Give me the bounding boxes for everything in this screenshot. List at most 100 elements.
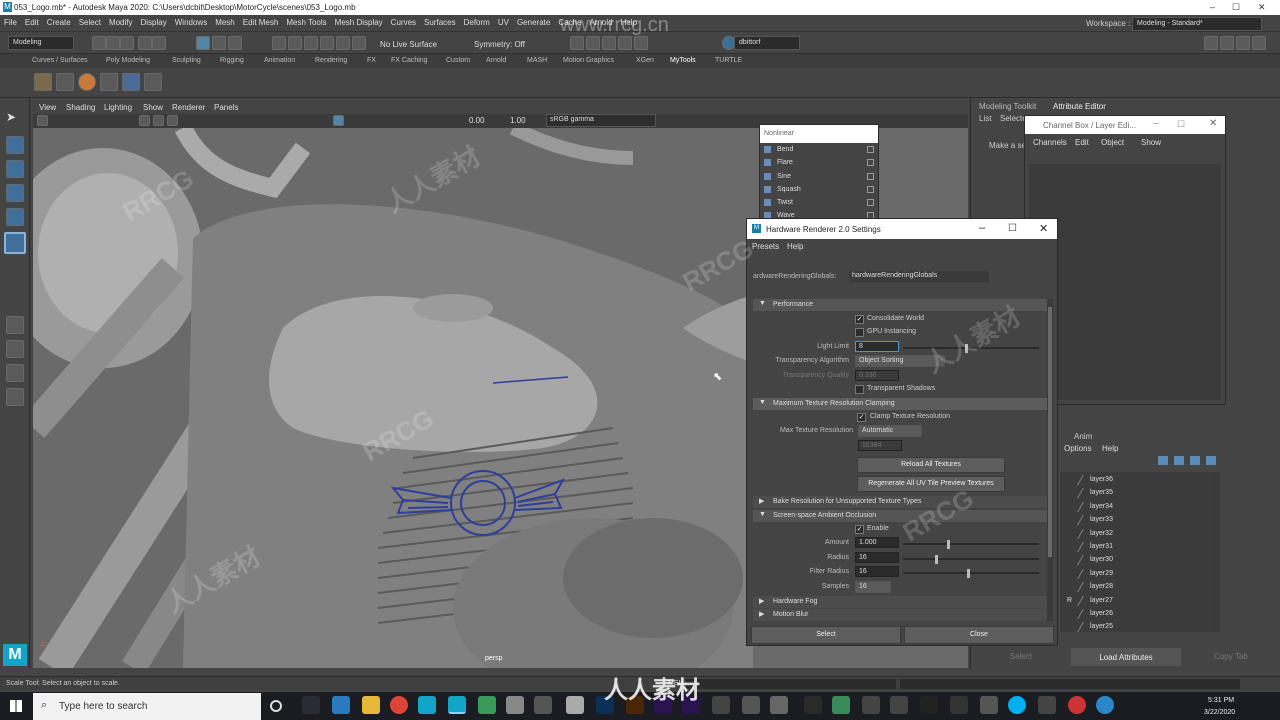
- redo-icon[interactable]: [152, 36, 166, 50]
- filter-radius-field[interactable]: 16: [855, 566, 899, 577]
- modeling-toolkit-icon[interactable]: [1204, 36, 1218, 50]
- explorer-icon[interactable]: [362, 696, 380, 714]
- snap-vertex-icon[interactable]: [352, 36, 366, 50]
- layer-options-menu[interactable]: Options: [1064, 444, 1092, 453]
- nonlinear-item[interactable]: Sine: [760, 170, 878, 183]
- paint-select-icon[interactable]: [6, 160, 24, 178]
- layer-row[interactable]: layer25: [1060, 621, 1214, 634]
- command-line[interactable]: [686, 679, 896, 689]
- snap-view-icon[interactable]: [320, 36, 334, 50]
- radius-slider[interactable]: [903, 555, 1039, 564]
- menu-mesh[interactable]: Mesh: [211, 15, 239, 27]
- hw-menu-help[interactable]: Help: [787, 242, 803, 251]
- menu-edit[interactable]: Edit: [21, 15, 43, 27]
- shelf-tab[interactable]: Curves / Surfaces: [32, 57, 88, 64]
- option-box-icon[interactable]: [867, 199, 874, 207]
- viewport-menu-item[interactable]: View: [39, 103, 56, 112]
- shelf-item-icon[interactable]: [34, 73, 52, 91]
- symmetry-dropdown[interactable]: Symmetry: Off: [474, 40, 525, 49]
- menu-generate[interactable]: Generate: [513, 15, 554, 27]
- shelf-item-icon[interactable]: [56, 73, 74, 91]
- layer-new-selected-icon[interactable]: [1206, 456, 1216, 465]
- clock-date[interactable]: 3/22/2020: [1204, 709, 1235, 716]
- menu-mesh-display[interactable]: Mesh Display: [331, 15, 387, 27]
- menu-modify[interactable]: Modify: [105, 15, 137, 27]
- layer-row[interactable]: layer36: [1060, 474, 1214, 487]
- shelf-tab[interactable]: Animation: [264, 57, 295, 64]
- menu-select[interactable]: Select: [75, 15, 105, 27]
- shelf-tab[interactable]: MyTools: [670, 57, 696, 64]
- shelf-tab[interactable]: FX: [367, 57, 376, 64]
- section-hardware-fog[interactable]: ▶ Hardware Fog: [753, 596, 1047, 608]
- render-settings-icon[interactable]: [602, 36, 616, 50]
- calculator-icon[interactable]: [980, 696, 998, 714]
- layer-scrollbar[interactable]: [1214, 472, 1220, 632]
- transparent-shadows-checkbox[interactable]: [855, 385, 864, 394]
- channel-box-menu-item[interactable]: Object: [1101, 138, 1124, 147]
- regenerate-uv-button[interactable]: Regenerate All UV Tile Preview Textures: [857, 476, 1005, 492]
- cb-minimize-button[interactable]: –: [1153, 118, 1159, 129]
- app-icon[interactable]: [534, 696, 552, 714]
- light-limit-field[interactable]: 8: [855, 341, 899, 352]
- exposure-value[interactable]: 0.00: [469, 116, 485, 125]
- gpu-instancing-checkbox[interactable]: [855, 328, 864, 337]
- taskbar-search[interactable]: ⌕ Type here to search: [33, 693, 261, 720]
- wireframe-icon[interactable]: [139, 115, 150, 126]
- tool-settings-icon[interactable]: [1236, 36, 1250, 50]
- select-tool-icon[interactable]: ➤: [6, 110, 24, 128]
- layer-row[interactable]: layer29: [1060, 568, 1214, 581]
- hw-select-button[interactable]: Select: [751, 626, 901, 644]
- cb-maximize-button[interactable]: ☐: [1177, 119, 1185, 130]
- maya-app-icon[interactable]: [418, 696, 436, 714]
- app-icon[interactable]: [506, 696, 524, 714]
- viewport-menu-item[interactable]: Shading: [66, 103, 95, 112]
- snap-point-icon[interactable]: [304, 36, 318, 50]
- layout-single-icon[interactable]: [6, 316, 24, 334]
- app-icon[interactable]: [770, 696, 788, 714]
- viewport-menu-item[interactable]: Panels: [214, 103, 238, 112]
- menu-mesh-tools[interactable]: Mesh Tools: [282, 15, 330, 27]
- open-scene-icon[interactable]: [106, 36, 120, 50]
- viewport-menu-item[interactable]: Show: [143, 103, 163, 112]
- shelf-item-icon[interactable]: [122, 73, 140, 91]
- app-icon[interactable]: [478, 696, 496, 714]
- menu-display[interactable]: Display: [137, 15, 171, 27]
- shelf-tab[interactable]: Rendering: [315, 57, 347, 64]
- layer-move-up-icon[interactable]: [1158, 456, 1168, 465]
- load-attributes-button[interactable]: Load Attributes: [1071, 648, 1181, 666]
- app-icon[interactable]: [566, 696, 584, 714]
- menu-file[interactable]: File: [0, 15, 21, 27]
- channel-box-menu-item[interactable]: Show: [1141, 138, 1161, 147]
- hw-close-button[interactable]: ✕: [1039, 222, 1048, 235]
- shelf-tab[interactable]: Motion Graphics: [563, 57, 614, 64]
- shelf-tab[interactable]: Custom: [446, 57, 470, 64]
- tab-attribute-editor[interactable]: Attribute Editor: [1053, 102, 1106, 111]
- shelf-tab[interactable]: Arnold: [486, 57, 506, 64]
- layer-row[interactable]: Rlayer27: [1060, 595, 1214, 608]
- camera-icon[interactable]: [37, 115, 48, 126]
- layer-row[interactable]: layer28: [1060, 581, 1214, 594]
- channel-box-menu-item[interactable]: Edit: [1075, 138, 1089, 147]
- max-texture-dropdown[interactable]: Automatic: [858, 425, 922, 437]
- layer-row[interactable]: layer26: [1060, 608, 1214, 621]
- cortana-icon[interactable]: [270, 700, 282, 712]
- hw-minimize-button[interactable]: –: [979, 222, 985, 234]
- layer-row[interactable]: layer35: [1060, 487, 1214, 500]
- scale-tool-icon[interactable]: [4, 232, 26, 254]
- app-icon[interactable]: [712, 696, 730, 714]
- gamma-value[interactable]: 1.00: [510, 116, 526, 125]
- menu-surfaces[interactable]: Surfaces: [420, 15, 460, 27]
- app-icon[interactable]: [890, 696, 908, 714]
- shelf-tab[interactable]: FX Caching: [391, 57, 428, 64]
- workspace-dropdown[interactable]: Modeling - Standard*: [1132, 17, 1262, 31]
- hypershade-icon[interactable]: [618, 36, 632, 50]
- layer-row[interactable]: layer33: [1060, 514, 1214, 527]
- layer-row[interactable]: layer31: [1060, 541, 1214, 554]
- layer-new-icon[interactable]: [1190, 456, 1200, 465]
- app-icon[interactable]: [742, 696, 760, 714]
- reload-textures-button[interactable]: Reload All Textures: [857, 457, 1005, 473]
- snap-grid-icon[interactable]: [272, 36, 286, 50]
- shelf-item-icon[interactable]: [144, 73, 162, 91]
- section-bake[interactable]: ▶ Bake Resolution for Unsupported Texture…: [753, 496, 1047, 508]
- reference-mark[interactable]: R: [1067, 597, 1072, 604]
